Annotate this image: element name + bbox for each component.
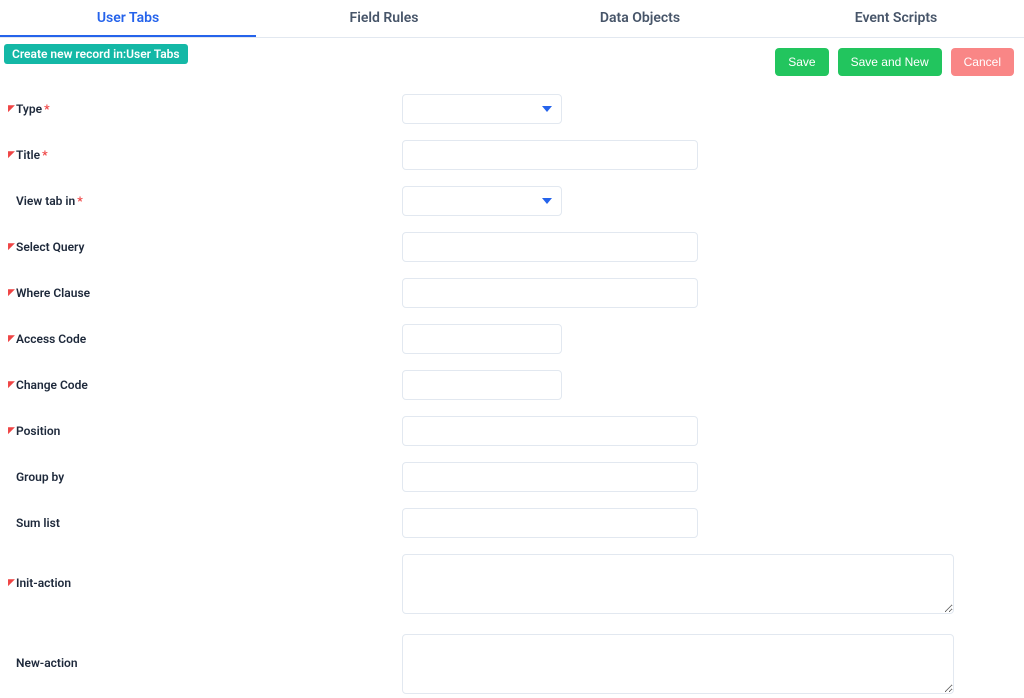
- position-label: Position: [16, 424, 60, 438]
- type-label: Type: [16, 102, 42, 116]
- field-marker-icon: ◤: [8, 243, 14, 252]
- change-code-input[interactable]: [402, 370, 562, 400]
- type-select[interactable]: [402, 94, 562, 124]
- init-action-textarea[interactable]: [402, 554, 954, 614]
- tab-user-tabs[interactable]: User Tabs: [0, 0, 256, 37]
- cancel-button[interactable]: Cancel: [951, 48, 1014, 76]
- field-marker-icon: ◤: [8, 381, 14, 390]
- where-clause-label: Where Clause: [16, 286, 90, 300]
- record-form: ◤ Type * ◤ Title * ◤ View tab in * ◤ S: [0, 76, 1024, 698]
- group-by-label: Group by: [16, 470, 64, 484]
- required-icon: *: [42, 148, 47, 162]
- tab-data-objects[interactable]: Data Objects: [512, 0, 768, 37]
- select-query-input[interactable]: [402, 232, 698, 262]
- main-tabs: User Tabs Field Rules Data Objects Event…: [0, 0, 1024, 38]
- field-marker-icon: ◤: [8, 289, 14, 298]
- title-input[interactable]: [402, 140, 698, 170]
- select-query-label: Select Query: [16, 240, 84, 254]
- view-tab-in-label: View tab in: [16, 194, 75, 208]
- field-marker-icon: ◤: [8, 579, 14, 588]
- field-marker-icon: ◤: [8, 335, 14, 344]
- new-action-textarea[interactable]: [402, 634, 954, 694]
- new-action-label: New-action: [16, 656, 78, 670]
- save-and-new-button[interactable]: Save and New: [838, 48, 942, 76]
- breadcrumb: Create new record in:User Tabs: [4, 44, 188, 64]
- access-code-label: Access Code: [16, 332, 86, 346]
- change-code-label: Change Code: [16, 378, 88, 392]
- title-label: Title: [16, 148, 40, 162]
- required-icon: *: [77, 194, 82, 208]
- position-input[interactable]: [402, 416, 698, 446]
- tab-event-scripts[interactable]: Event Scripts: [768, 0, 1024, 37]
- field-marker-icon: ◤: [8, 151, 14, 160]
- sum-list-label: Sum list: [16, 516, 60, 530]
- field-marker-icon: ◤: [8, 105, 14, 114]
- view-tab-in-select[interactable]: [402, 186, 562, 216]
- field-marker-icon: ◤: [8, 427, 14, 436]
- access-code-input[interactable]: [402, 324, 562, 354]
- required-icon: *: [44, 102, 49, 116]
- sum-list-input[interactable]: [402, 508, 698, 538]
- init-action-label: Init-action: [16, 576, 71, 590]
- group-by-input[interactable]: [402, 462, 698, 492]
- where-clause-input[interactable]: [402, 278, 698, 308]
- tab-field-rules[interactable]: Field Rules: [256, 0, 512, 37]
- save-button[interactable]: Save: [775, 48, 828, 76]
